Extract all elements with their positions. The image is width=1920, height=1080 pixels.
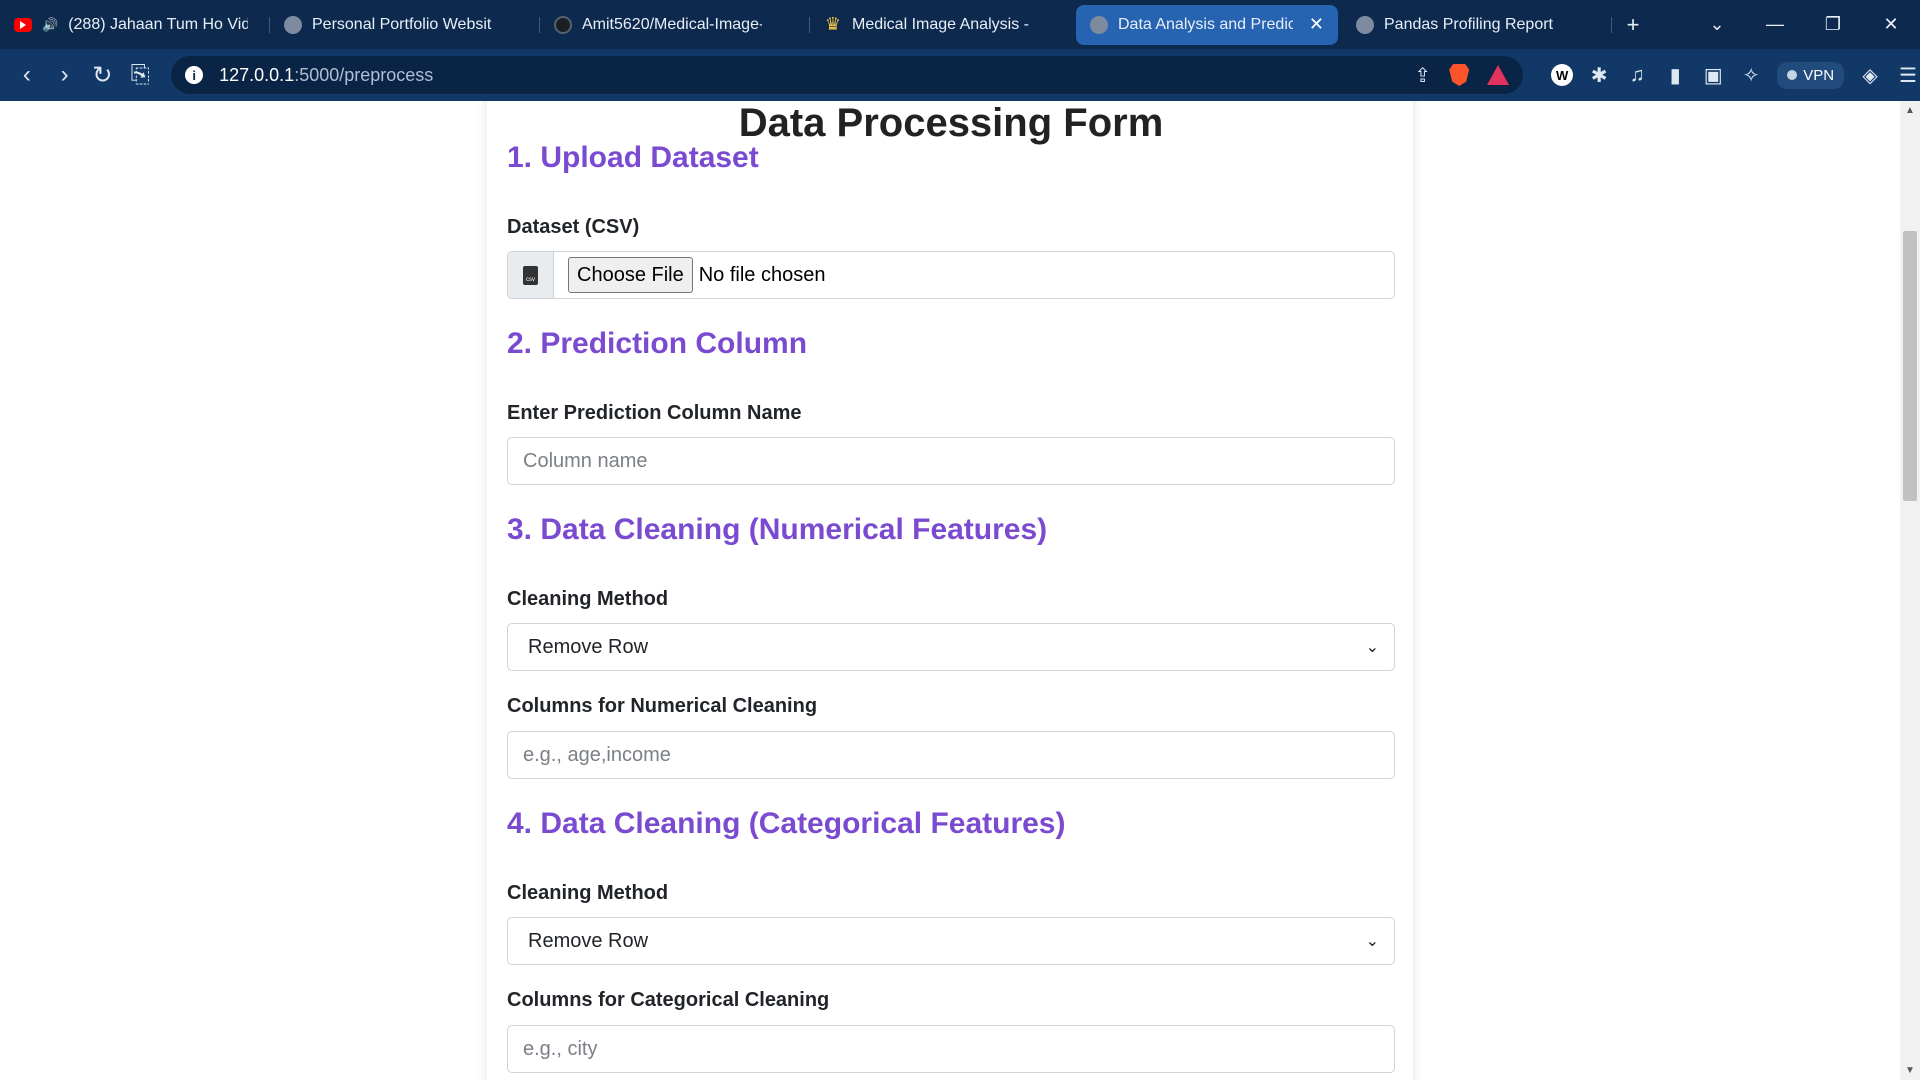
globe-icon — [1090, 15, 1108, 34]
new-tab-button[interactable]: + — [1612, 12, 1654, 38]
streamlit-icon: ♛ — [824, 14, 842, 34]
tab-title: Pandas Profiling Report — [1384, 15, 1553, 33]
tab-title: (288) Jahaan Tum Ho Video — [68, 15, 249, 33]
dataset-label: Dataset (CSV) — [507, 216, 640, 238]
numerical-method-value: Remove Row — [528, 635, 649, 658]
scroll-up-icon[interactable]: ▲ — [1905, 105, 1915, 116]
numerical-columns-input[interactable]: e.g., age,income — [507, 731, 1395, 779]
tab-data-analysis[interactable]: Data Analysis and Predictio ✕ — [1076, 4, 1338, 45]
leo-ai-icon[interactable]: ✧ — [1739, 63, 1763, 88]
wallet-icon[interactable]: ▣ — [1701, 63, 1725, 88]
page-viewport: Data Processing Form 1. Upload Dataset D… — [0, 101, 1900, 1080]
scroll-thumb[interactable] — [1903, 231, 1917, 501]
brave-rewards-icon[interactable] — [1487, 65, 1510, 85]
address-bar[interactable]: i 127.0.0.1 :5000/preprocess ⇪ — [171, 56, 1524, 94]
prediction-column-placeholder: Column name — [523, 449, 648, 472]
tab-youtube[interactable]: 🔊 (288) Jahaan Tum Ho Video — [0, 5, 270, 45]
back-icon[interactable]: ‹ — [8, 61, 46, 89]
vpn-label: VPN — [1803, 66, 1835, 84]
categorical-method-label: Cleaning Method — [507, 882, 669, 904]
chevron-down-icon: ⌄ — [1365, 933, 1379, 950]
prediction-column-input[interactable]: Column name — [507, 437, 1395, 485]
url-host: 127.0.0.1 — [219, 64, 295, 85]
tab-strip: 🔊 (288) Jahaan Tum Ho Video Personal Por… — [0, 0, 1920, 49]
youtube-icon — [14, 17, 32, 32]
extensions-icon[interactable]: ✱ — [1587, 63, 1611, 88]
tab-title: Data Analysis and Predictio — [1118, 15, 1293, 33]
restore-icon[interactable]: ❐ — [1804, 14, 1862, 35]
scroll-down-icon[interactable]: ▼ — [1905, 1065, 1915, 1076]
profile-icon[interactable]: ◈ — [1858, 63, 1882, 88]
prediction-column-label: Enter Prediction Column Name — [507, 402, 802, 424]
vpn-status-icon — [1787, 70, 1798, 80]
speaker-icon[interactable]: 🔊 — [42, 17, 58, 33]
brave-shields-icon[interactable] — [1449, 64, 1470, 86]
globe-icon — [284, 15, 302, 34]
form-card: Data Processing Form 1. Upload Dataset D… — [487, 101, 1413, 1080]
upload-section-heading: 1. Upload Dataset — [507, 141, 759, 174]
vpn-button[interactable]: VPN — [1777, 61, 1845, 89]
globe-icon — [1356, 15, 1374, 34]
close-window-icon[interactable]: ✕ — [1862, 14, 1920, 35]
browser-toolbar: ‹ › ↻ ⎘ i 127.0.0.1 :5000/preprocess ⇪ W… — [0, 49, 1920, 101]
csv-file-icon: csv — [523, 265, 538, 285]
github-icon — [554, 15, 572, 34]
tab-search-icon[interactable]: ⌄ — [1688, 14, 1746, 35]
info-icon[interactable]: i — [185, 66, 204, 84]
file-addon: csv — [508, 252, 554, 298]
numerical-columns-label: Columns for Numerical Cleaning — [507, 695, 818, 717]
categorical-method-select[interactable]: Remove Row ⌄ — [507, 917, 1395, 965]
menu-icon[interactable]: ☰ — [1896, 63, 1920, 88]
page-scrollbar[interactable]: ▲ ▼ — [1900, 101, 1920, 1080]
tab-portfolio[interactable]: Personal Portfolio Website — [270, 5, 540, 45]
categorical-columns-input[interactable]: e.g., city — [507, 1025, 1395, 1073]
close-icon[interactable]: ✕ — [1309, 14, 1324, 35]
tab-github[interactable]: Amit5620/Medical-Image-Anal — [540, 5, 810, 45]
tab-streamlit[interactable]: ♛ Medical Image Analysis - Strean — [810, 5, 1072, 45]
page-title: Data Processing Form — [738, 101, 1164, 145]
numerical-columns-placeholder: e.g., age,income — [523, 743, 671, 766]
url-path: :5000/preprocess — [294, 64, 434, 85]
tab-title: Personal Portfolio Website — [312, 15, 492, 33]
choose-file-button[interactable]: Choose File — [568, 257, 693, 293]
minimize-icon[interactable]: — — [1746, 14, 1804, 35]
numerical-method-label: Cleaning Method — [507, 588, 669, 610]
reload-icon[interactable]: ↻ — [84, 61, 122, 90]
sidebar-icon[interactable]: ▮ — [1663, 63, 1687, 88]
categorical-columns-label: Columns for Categorical Cleaning — [507, 989, 830, 1011]
dataset-file-input[interactable]: csv Choose File No file chosen — [507, 251, 1395, 299]
forward-icon[interactable]: › — [46, 61, 84, 89]
numerical-section-heading: 3. Data Cleaning (Numerical Features) — [507, 513, 1048, 546]
chevron-down-icon: ⌄ — [1365, 639, 1379, 656]
numerical-method-select[interactable]: Remove Row ⌄ — [507, 623, 1395, 671]
share-icon[interactable]: ⇪ — [1414, 63, 1431, 88]
bookmark-icon[interactable]: ⎘ — [121, 61, 159, 89]
music-icon[interactable]: ♫ — [1625, 64, 1649, 87]
categorical-columns-placeholder: e.g., city — [523, 1037, 598, 1060]
tab-title: Amit5620/Medical-Image-Anal — [582, 15, 762, 33]
categorical-section-heading: 4. Data Cleaning (Categorical Features) — [507, 807, 1066, 840]
extension-w-icon[interactable]: W — [1551, 64, 1574, 86]
prediction-section-heading: 2. Prediction Column — [507, 327, 808, 360]
tab-pandas-profiling[interactable]: Pandas Profiling Report — [1342, 5, 1612, 45]
categorical-method-value: Remove Row — [528, 929, 649, 952]
window-controls: ⌄ — ❐ ✕ — [1688, 14, 1920, 35]
file-status: No file chosen — [698, 263, 826, 286]
tab-title: Medical Image Analysis - Strean — [852, 15, 1032, 33]
